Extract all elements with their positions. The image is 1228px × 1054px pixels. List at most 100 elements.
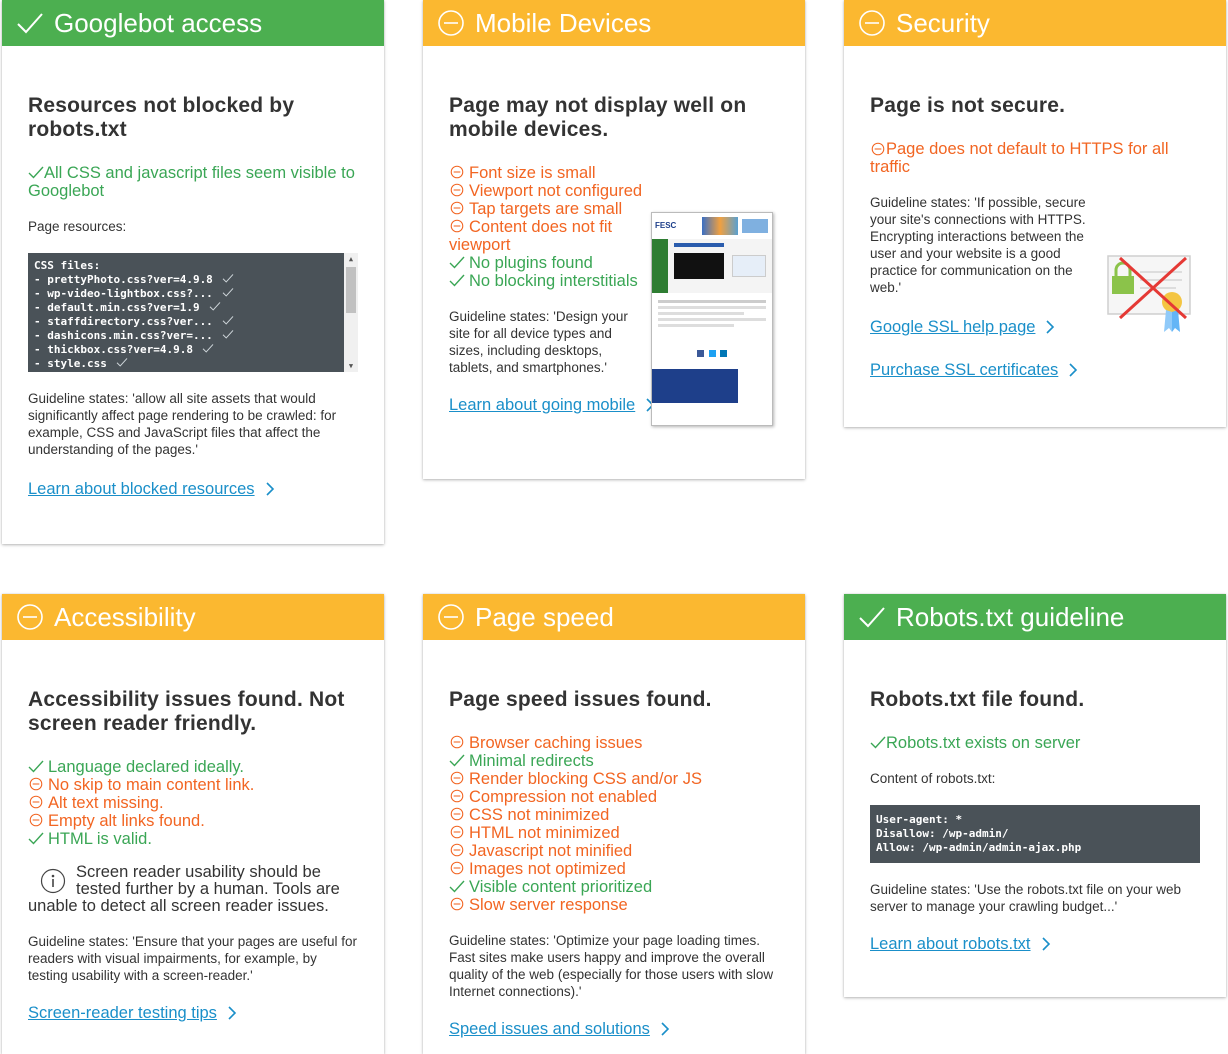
css-file-row: - staffdirectory.css?ver... (34, 315, 352, 329)
check-icon (449, 879, 465, 893)
screen-reader-tips-link[interactable]: Screen-reader testing tips (28, 1004, 217, 1023)
robots-content-label: Content of robots.txt: (870, 771, 996, 786)
minus-circle-icon (449, 825, 465, 839)
minus-circle-icon (28, 813, 44, 827)
css-file-name: - prettyPhoto.css?ver=4.9.8 (34, 273, 213, 286)
css-file-row: - thickbox.css?ver=4.9.8 (34, 343, 352, 357)
chevron-right-icon[interactable] (1068, 363, 1078, 377)
css-file-name: - style.css (34, 357, 107, 370)
chevron-right-icon[interactable] (265, 482, 275, 496)
minus-circle-icon (449, 897, 465, 911)
check-item: CSS not minimized (449, 806, 779, 824)
robots-title: Robots.txt guideline (896, 602, 1125, 632)
robots-heading: Robots.txt file found. (870, 688, 1085, 711)
check-item: Alt text missing. (28, 794, 358, 812)
googlebot-heading: Resources not blocked by robots.txt (28, 94, 295, 141)
check-icon (115, 357, 129, 367)
minus-circle-icon (28, 777, 44, 791)
accessibility-checklist: Language declared ideally. No skip to mai… (28, 758, 358, 848)
chevron-right-icon[interactable] (227, 1006, 237, 1020)
security-title: Security (896, 8, 990, 38)
check-icon (28, 165, 44, 179)
check-item: Visible content prioritized (449, 878, 779, 896)
css-file-row: - style.css (34, 357, 352, 371)
check-item-label: Tap targets are small (469, 200, 623, 218)
check-item: Empty alt links found. (28, 812, 358, 830)
robots-link-row: Learn about robots.txt (870, 935, 1200, 954)
going-mobile-link[interactable]: Learn about going mobile (449, 396, 635, 415)
minus-circle-icon (28, 795, 44, 809)
css-file-name: - wp-video-lightbox.css?... (34, 287, 213, 300)
robots-content-box: User-agent: * Disallow: /wp-admin/Allow: … (870, 805, 1200, 863)
minus-circle-icon (449, 735, 465, 749)
check-item-label: HTML not minimized (469, 824, 620, 842)
chevron-right-icon[interactable] (1045, 320, 1055, 334)
security-status: Page does not default to HTTPS for all t… (870, 140, 1200, 176)
mobile-header: Mobile Devices (423, 0, 805, 46)
ssl-help-link[interactable]: Google SSL help page (870, 318, 1035, 337)
robots-card: Robots.txt guideline Robots.txt file fou… (844, 594, 1226, 997)
css-file-name: - staffdirectory.css?ver... (34, 315, 213, 328)
minus-circle-icon (437, 603, 465, 631)
minus-circle-icon (449, 789, 465, 803)
check-item-label: No blocking interstitials (469, 272, 638, 290)
googlebot-card: Googlebot access Resources not blocked b… (2, 0, 384, 544)
accessibility-card: Accessibility Accessibility issues found… (2, 594, 384, 1054)
pagespeed-guideline: Guideline states: 'Optimize your page lo… (449, 933, 774, 999)
check-item: Slow server response (449, 896, 779, 914)
css-file-name: - dashicons.min.css?ver=... (34, 329, 213, 342)
security-card: Security Page is not secure. Page does n… (844, 0, 1226, 427)
googlebot-link-row: Learn about blocked resources (28, 480, 358, 499)
accessibility-heading: Accessibility issues found. Not screen r… (28, 688, 345, 735)
scroll-down-icon[interactable]: ▼ (344, 360, 358, 372)
robots-line: User-agent: * (876, 813, 963, 826)
chevron-right-icon[interactable] (660, 1022, 670, 1036)
minus-circle-icon (449, 201, 465, 215)
check-item: No blocking interstitials (449, 272, 649, 290)
accessibility-title: Accessibility (54, 602, 196, 632)
scroll-up-icon[interactable]: ▲ (344, 253, 358, 265)
robots-status: Robots.txt exists on server (870, 734, 1200, 752)
accessibility-link-row: Screen-reader testing tips (28, 1004, 358, 1023)
mobile-title: Mobile Devices (475, 8, 652, 38)
security-guideline: Guideline states: 'If possible, secure y… (870, 195, 1086, 295)
css-file-row: - dashicons.min.css?ver=... (34, 329, 352, 343)
check-icon (449, 273, 465, 287)
blocked-resources-link[interactable]: Learn about blocked resources (28, 480, 255, 499)
accessibility-header: Accessibility (2, 594, 384, 640)
minus-circle-icon (858, 9, 886, 37)
code-title: CSS files: (34, 259, 101, 272)
screen-reader-note: Screen reader usability should be tested… (28, 864, 358, 915)
mobile-checklist: Font size is small Viewport not configure… (449, 164, 649, 290)
minus-circle-icon (16, 603, 44, 631)
mobile-card: Mobile Devices Page may not display well… (423, 0, 805, 479)
check-item-label: Javascript not minified (469, 842, 633, 860)
check-item: No skip to main content link. (28, 776, 358, 794)
css-file-name: - thickbox.css?ver=4.9.8 (34, 343, 193, 356)
check-item-label: Render blocking CSS and/or JS (469, 770, 702, 788)
robots-txt-link[interactable]: Learn about robots.txt (870, 935, 1031, 954)
mobile-preview-image: FESC (651, 212, 773, 426)
resources-label: Page resources: (28, 219, 127, 234)
googlebot-title: Googlebot access (54, 8, 263, 38)
scroll-thumb[interactable] (346, 267, 356, 313)
chevron-right-icon[interactable] (1041, 937, 1051, 951)
check-item: HTML not minimized (449, 824, 779, 842)
purchase-ssl-link[interactable]: Purchase SSL certificates (870, 361, 1058, 380)
speed-solutions-link[interactable]: Speed issues and solutions (449, 1020, 650, 1039)
check-item-label: Minimal redirects (469, 752, 594, 770)
minus-circle-icon (449, 165, 465, 179)
css-file-row: - wp-video-lightbox.css?... (34, 287, 352, 301)
check-icon (449, 753, 465, 767)
pagespeed-link-row: Speed issues and solutions (449, 1020, 779, 1039)
googlebot-status-text: All CSS and javascript files seem visibl… (28, 164, 355, 200)
check-item-label: Compression not enabled (469, 788, 658, 806)
scrollbar[interactable]: ▲ ▼ (344, 253, 358, 372)
googlebot-guideline: Guideline states: 'allow all site assets… (28, 391, 337, 457)
css-files-box[interactable]: CSS files: - prettyPhoto.css?ver=4.9.8- … (28, 253, 358, 372)
check-item: Viewport not configured (449, 182, 649, 200)
robots-status-text: Robots.txt exists on server (886, 734, 1081, 752)
robots-guideline: Guideline states: 'Use the robots.txt fi… (870, 882, 1181, 914)
security-status-text: Page does not default to HTTPS for all t… (870, 140, 1169, 176)
check-icon (221, 329, 235, 339)
